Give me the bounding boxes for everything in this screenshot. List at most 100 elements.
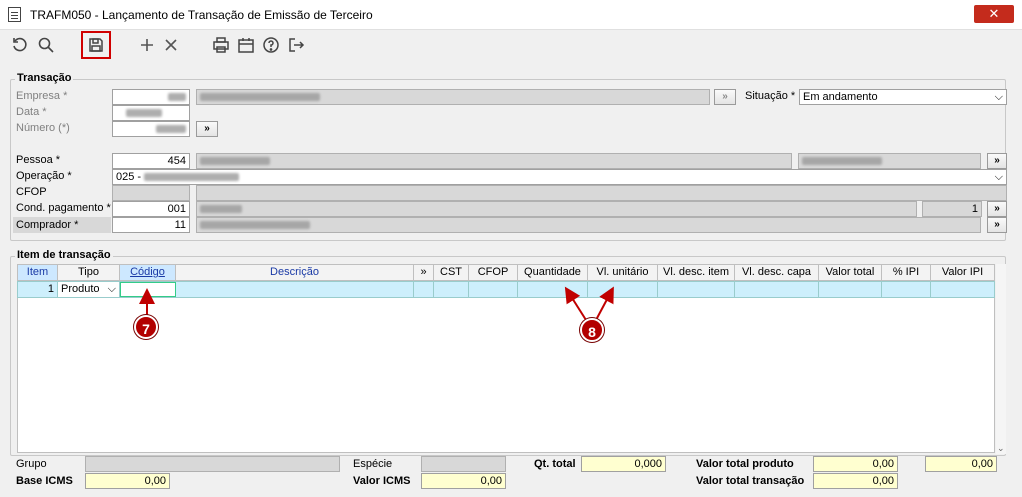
grid-header: Item Tipo Código Descrição » CST CFOP Qu… (17, 264, 995, 281)
col-codigo[interactable]: Código (120, 265, 176, 280)
help-icon[interactable] (259, 33, 283, 57)
pessoa-field[interactable]: 454 (112, 153, 190, 169)
numero-label: Número (*) (16, 122, 70, 134)
grupo-field (85, 456, 340, 472)
cond-pagamento-desc (196, 201, 917, 217)
cell-item: 1 (18, 282, 58, 297)
valor-total-transacao-label: Valor total transação (696, 475, 805, 487)
base-icms-label: Base ICMS (16, 475, 73, 487)
col-valor-total[interactable]: Valor total (819, 265, 882, 280)
cell-valor-ipi[interactable] (931, 282, 994, 297)
col-tipo[interactable]: Tipo (58, 265, 120, 280)
empresa-label: Empresa * (16, 90, 68, 102)
col-vl-desc-capa[interactable]: Vl. desc. capa (735, 265, 819, 280)
numero-nav-button[interactable]: » (196, 121, 218, 137)
col-descricao[interactable]: Descrição (176, 265, 414, 280)
base-icms-field: 0,00 (85, 473, 170, 489)
table-row[interactable]: 1 Produto ⌵ (17, 281, 995, 298)
col-quantidade[interactable]: Quantidade (518, 265, 588, 280)
refresh-icon[interactable] (8, 33, 32, 57)
pessoa-doc-field (798, 153, 981, 169)
operacao-value: 025 - (116, 171, 142, 183)
chevron-down-icon: ⌵ (994, 171, 1003, 183)
comprador-name-field (196, 217, 981, 233)
grupo-label: Grupo (16, 458, 47, 470)
item-title: Item de transação (15, 249, 113, 261)
valor-icms-label: Valor ICMS (353, 475, 411, 487)
comprador-field[interactable]: 11 (112, 217, 190, 233)
empresa-code-field[interactable] (112, 89, 190, 105)
transacao-title: Transação (15, 72, 74, 84)
add-icon[interactable] (135, 33, 159, 57)
cell-perc-ipi[interactable] (882, 282, 931, 297)
chevron-down-icon: ⌵ (994, 91, 1003, 103)
step-marker-8: 8 (580, 318, 604, 342)
comprador-nav-button[interactable]: » (987, 217, 1007, 233)
situacao-value: Em andamento (803, 91, 878, 103)
qt-total-label: Qt. total (534, 458, 576, 470)
valor-total-produto-field: 0,00 (813, 456, 898, 472)
delete-icon[interactable] (159, 33, 183, 57)
step-marker-7: 7 (134, 315, 158, 339)
tipo-value: Produto (61, 283, 100, 295)
cell-quantidade[interactable] (518, 282, 588, 297)
cell-valor-total[interactable] (819, 282, 882, 297)
situacao-label: Situação * (745, 90, 796, 102)
chevron-down-icon: ⌄ (997, 443, 1005, 453)
cond-pagamento-field[interactable]: 001 (112, 201, 190, 217)
save-icon[interactable] (81, 31, 111, 59)
valor-icms-field: 0,00 (421, 473, 506, 489)
situacao-select[interactable]: Em andamento ⌵ (799, 89, 1007, 105)
title-bar: TRAFM050 - Lançamento de Transação de Em… (0, 0, 1022, 30)
col-valor-ipi[interactable]: Valor IPI (931, 265, 994, 280)
data-field[interactable] (112, 105, 190, 121)
cell-vl-desc-item[interactable] (658, 282, 735, 297)
window-scrollbar[interactable] (1007, 60, 1022, 497)
window-document-icon (8, 7, 21, 22)
cell-tipo[interactable]: Produto ⌵ (58, 282, 120, 297)
cell-cfop[interactable] (469, 282, 518, 297)
search-icon[interactable] (34, 33, 58, 57)
col-cfop[interactable]: CFOP (469, 265, 518, 280)
pessoa-label: Pessoa * (16, 154, 61, 166)
chevron-down-icon: ⌵ (107, 283, 116, 295)
comprador-label: Comprador * (13, 217, 111, 233)
close-button[interactable]: ✕ (974, 5, 1014, 23)
empresa-lookup-button[interactable]: » (714, 89, 736, 105)
cell-expand (414, 282, 434, 297)
col-vl-unitario[interactable]: Vl. unitário (588, 265, 658, 280)
cond-parcelas-field: 1 (922, 201, 982, 217)
data-label: Data * (16, 106, 47, 118)
operacao-select[interactable]: 025 - ⌵ (112, 169, 1007, 185)
grid-body[interactable] (17, 298, 995, 453)
valor-ipi-total-field: 0,00 (925, 456, 997, 472)
exit-icon[interactable] (284, 33, 308, 57)
col-item[interactable]: Item (18, 265, 58, 280)
col-cst[interactable]: CST (434, 265, 469, 280)
cond-pagamento-label: Cond. pagamento * (16, 202, 111, 214)
toolbar (0, 30, 1022, 60)
especie-label: Espécie (353, 458, 393, 470)
valor-total-produto-label: Valor total produto (696, 458, 794, 470)
cfop-field (112, 185, 190, 201)
grid-scrollbar[interactable]: ⌄ (996, 264, 1006, 454)
cell-cst[interactable] (434, 282, 469, 297)
cond-nav-button[interactable]: » (987, 201, 1007, 217)
operacao-label: Operação * (16, 170, 72, 182)
cell-codigo[interactable] (120, 282, 176, 297)
cell-vl-desc-capa[interactable] (735, 282, 819, 297)
col-vl-desc-item[interactable]: Vl. desc. item (658, 265, 735, 280)
cell-vl-unitario[interactable] (588, 282, 658, 297)
pessoa-nav-button[interactable]: » (987, 153, 1007, 169)
qt-total-field: 0,000 (581, 456, 666, 472)
print-icon[interactable] (209, 33, 233, 57)
window-title: TRAFM050 - Lançamento de Transação de Em… (30, 8, 373, 22)
cfop-label: CFOP (16, 186, 47, 198)
col-expand[interactable]: » (414, 265, 434, 280)
col-perc-ipi[interactable]: % IPI (882, 265, 931, 280)
numero-field[interactable] (112, 121, 190, 137)
calendar-icon[interactable] (234, 33, 258, 57)
cfop-desc-field (196, 185, 1007, 201)
cell-descricao[interactable] (176, 282, 414, 297)
empresa-name-field (196, 89, 710, 105)
